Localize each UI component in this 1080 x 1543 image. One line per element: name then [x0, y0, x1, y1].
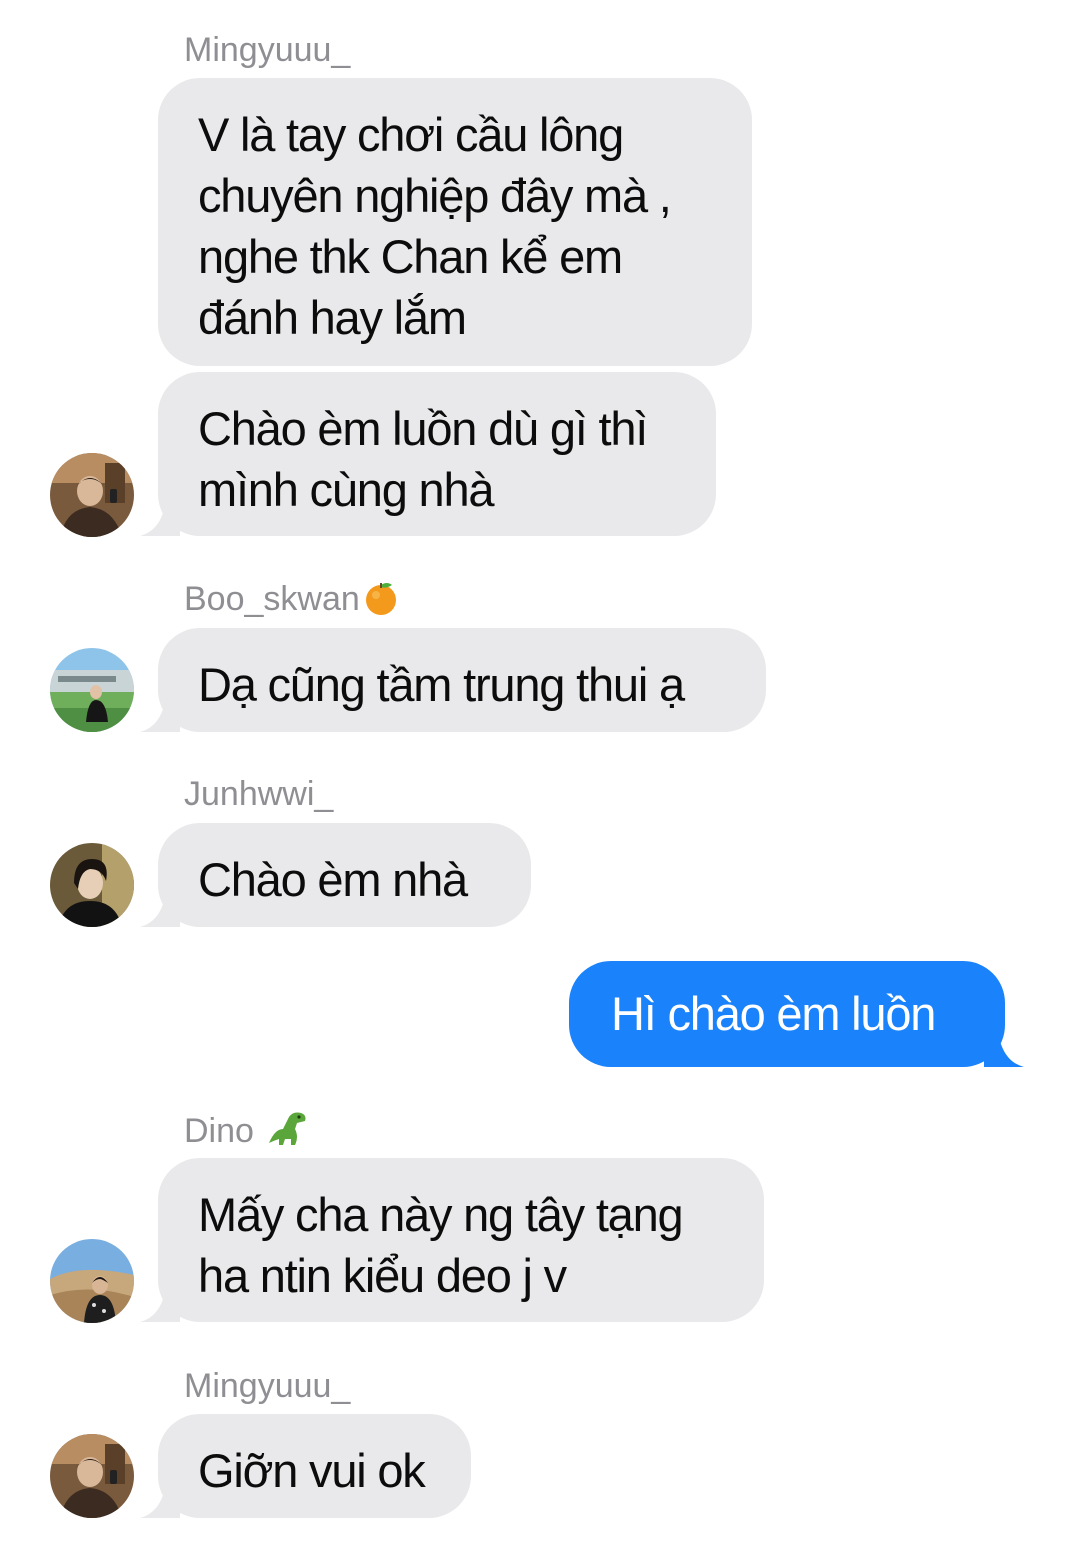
avatar-junhwi[interactable] [50, 843, 134, 927]
sender-name: Junhwwi_ [184, 775, 334, 813]
sender-name-text: Dino [184, 1112, 254, 1150]
avatar-mingyu[interactable] [50, 1434, 134, 1518]
sender-name: Mingyuuu_ [184, 1367, 351, 1405]
sender-name: Boo_skwan [184, 579, 400, 626]
message-line: nghe thk Chan kể em [198, 230, 623, 283]
message-bubble[interactable]: Giỡn vui ok [158, 1414, 471, 1518]
message-line: Dạ cũng tầm trung thui ạ [198, 658, 685, 711]
sender-name: Dino [184, 1109, 309, 1158]
message-line: chuyên nghiệp đây mà , [198, 169, 672, 222]
message-bubble[interactable]: Mấy cha này ng tây tạng ha ntin kiểu deo… [158, 1158, 764, 1322]
sender-name: Mingyuuu_ [184, 31, 351, 69]
bubble-tail-outgoing [984, 1033, 1024, 1067]
bubble-tail [140, 698, 180, 732]
sender-name-text: Boo_skwan [184, 580, 360, 618]
message-bubble[interactable]: Chào èm nhà [158, 823, 531, 927]
tangerine-emoji [362, 579, 400, 626]
bubble-tail [140, 893, 180, 927]
message-bubble[interactable]: V là tay chơi cầu lông chuyên nghiệp đây… [158, 78, 752, 366]
avatar-dino[interactable] [50, 1239, 134, 1323]
message-line: Mấy cha này ng tây tạng [198, 1188, 684, 1241]
bubble-tail [140, 1484, 180, 1518]
message-line: đánh hay lắm [198, 291, 467, 344]
message-line: Chào èm nhà [198, 853, 468, 906]
message-bubble[interactable]: Dạ cũng tầm trung thui ạ [158, 628, 766, 732]
message-line: V là tay chơi cầu lông [198, 108, 624, 161]
message-bubble-outgoing[interactable]: Hì chào èm luồn [569, 961, 1005, 1067]
message-line: Giỡn vui ok [198, 1444, 426, 1497]
message-line: ha ntin kiểu deo j v [198, 1249, 567, 1302]
avatar-boo[interactable] [50, 648, 134, 732]
avatar-mingyu[interactable] [50, 453, 134, 537]
message-line: Hì chào èm luồn [611, 987, 936, 1040]
t-rex-emoji [265, 1109, 309, 1158]
message-line: Chào èm luồn dù gì thì [198, 402, 648, 455]
bubble-tail [140, 1288, 180, 1322]
message-bubble[interactable]: Chào èm luồn dù gì thì mình cùng nhà [158, 372, 716, 536]
message-line: mình cùng nhà [198, 463, 495, 516]
bubble-tail [140, 502, 180, 536]
